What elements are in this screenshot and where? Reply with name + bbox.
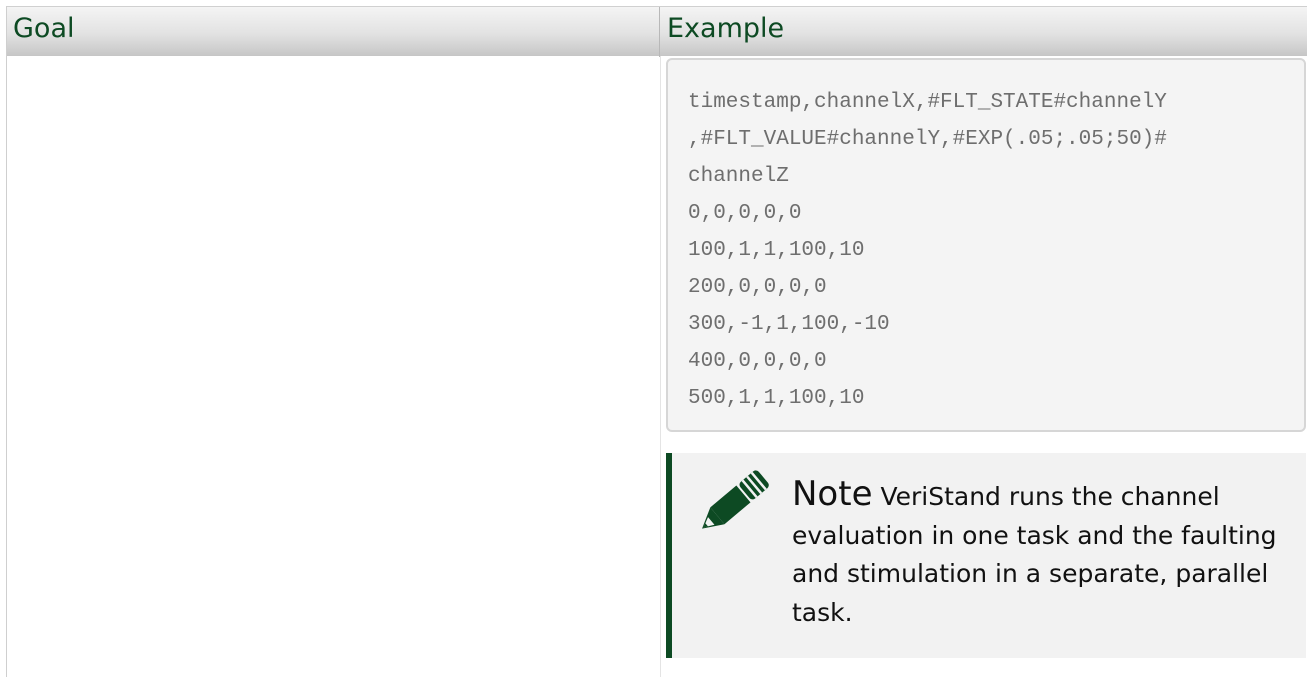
code-line: 300,-1,1,100,-10 [688, 313, 890, 336]
pencil-icon [702, 470, 769, 529]
goal-cell [7, 56, 660, 677]
note-callout: Note VeriStand runs the channel evaluati… [666, 453, 1306, 658]
code-line: 0,0,0,0,0 [688, 202, 802, 225]
code-line: 500,1,1,100,10 [688, 387, 865, 410]
header-goal: Goal [7, 7, 660, 57]
note-label: Note [792, 474, 873, 514]
code-line: 200,0,0,0,0 [688, 276, 827, 299]
header-example: Example [667, 13, 785, 44]
code-line: timestamp,channelX,#FLT_STATE#channelY [688, 91, 1167, 114]
goal-example-table: Goal Example timestamp,channelX,#FLT_STA… [6, 6, 1307, 677]
note-text-block: Note VeriStand runs the channel evaluati… [792, 475, 1292, 632]
code-line: 400,0,0,0,0 [688, 350, 827, 373]
code-line: ,#FLT_VALUE#channelY,#EXP(.05;.05;50)# [688, 128, 1167, 151]
code-line: channelZ [688, 165, 789, 188]
column-divider [660, 56, 661, 677]
table-header-row: Goal Example [7, 6, 1307, 57]
example-code-block: timestamp,channelX,#FLT_STATE#channelY ,… [666, 58, 1306, 432]
code-line: 100,1,1,100,10 [688, 239, 865, 262]
